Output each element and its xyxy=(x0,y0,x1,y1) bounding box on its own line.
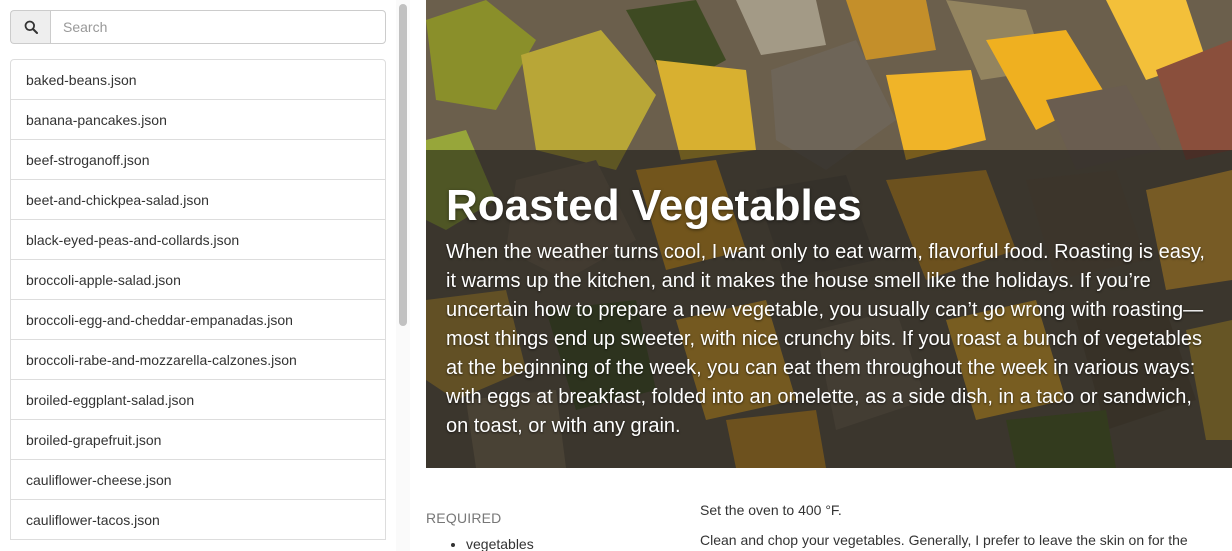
recipe-hero: Roasted Vegetables When the weather turn… xyxy=(426,0,1232,468)
list-item[interactable]: broiled-eggplant-salad.json xyxy=(10,379,386,420)
list-item[interactable]: broccoli-egg-and-cheddar-empanadas.json xyxy=(10,299,386,340)
sidebar: baked-beans.json banana-pancakes.json be… xyxy=(0,0,410,551)
recipe-title: Roasted Vegetables xyxy=(446,181,862,230)
list-item[interactable]: black-eyed-peas-and-collards.json xyxy=(10,219,386,260)
list-item[interactable]: broiled-grapefruit.json xyxy=(10,419,386,460)
search-input[interactable] xyxy=(50,10,386,44)
list-item[interactable]: broccoli-rabe-and-mozzarella-calzones.js… xyxy=(10,339,386,380)
list-item[interactable]: cauliflower-tacos.json xyxy=(10,499,386,540)
scrollbar-thumb[interactable] xyxy=(399,4,407,326)
list-item[interactable]: banana-pancakes.json xyxy=(10,99,386,140)
required-label: REQUIRED xyxy=(426,510,502,526)
file-list: baked-beans.json banana-pancakes.json be… xyxy=(10,59,386,540)
list-item[interactable]: beef-stroganoff.json xyxy=(10,139,386,180)
ingredient-list: vegetables xyxy=(426,534,676,551)
list-item[interactable]: broccoli-apple-salad.json xyxy=(10,259,386,300)
search-button[interactable] xyxy=(10,10,50,44)
search-icon xyxy=(24,20,38,34)
search-bar xyxy=(10,10,386,44)
directions-section: Set the oven to 400 °F. Clean and chop y… xyxy=(700,500,1220,551)
hero-caption: Roasted Vegetables When the weather turn… xyxy=(426,150,1232,468)
list-item[interactable]: cauliflower-cheese.json xyxy=(10,459,386,500)
ingredient-item: vegetables xyxy=(466,534,676,551)
list-item[interactable]: baked-beans.json xyxy=(10,59,386,100)
sidebar-scrollbar[interactable] xyxy=(396,0,410,551)
list-item[interactable]: beet-and-chickpea-salad.json xyxy=(10,179,386,220)
ingredients-section: REQUIRED vegetables xyxy=(426,510,676,551)
recipe-description: When the weather turns cool, I want only… xyxy=(446,241,1205,437)
direction-step: Clean and chop your vegetables. Generall… xyxy=(700,532,1188,548)
recipe-view: Roasted Vegetables When the weather turn… xyxy=(410,0,1232,551)
direction-step: Set the oven to 400 °F. xyxy=(700,502,842,518)
